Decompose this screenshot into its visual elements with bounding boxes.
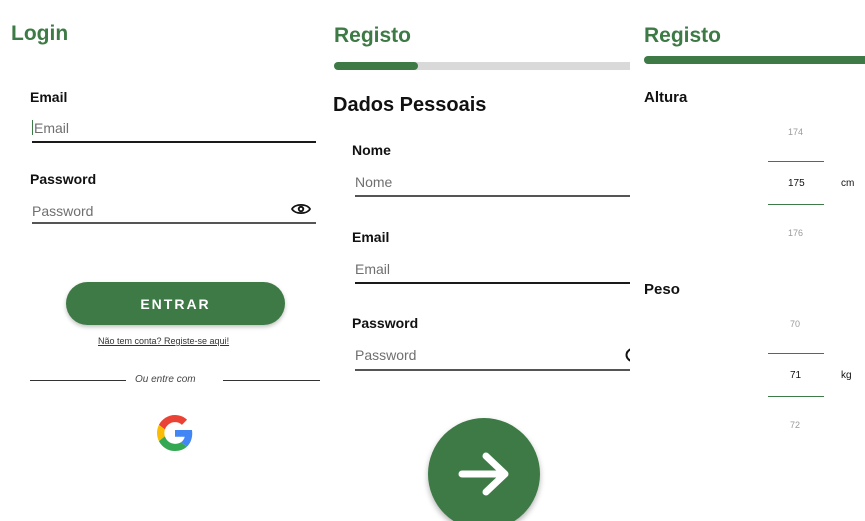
next-button[interactable] — [428, 418, 540, 521]
height-picker[interactable]: 174 175 176 — [768, 118, 828, 258]
height-unit: cm — [841, 178, 855, 189]
email-placeholder: Email — [355, 261, 391, 277]
section-title: Dados Pessoais — [333, 94, 487, 116]
weight-next-value: 72 — [790, 420, 801, 430]
register-body-screen: Registo Altura 174 175 176 cm Peso 70 71… — [630, 0, 865, 521]
weight-label: Peso — [644, 281, 680, 298]
google-icon[interactable] — [157, 415, 193, 451]
height-label: Altura — [644, 89, 688, 106]
name-placeholder: Nome — [355, 174, 393, 190]
register-link[interactable]: Não tem conta? Registe-se aqui! — [98, 336, 229, 346]
password-field[interactable]: Password — [32, 195, 316, 229]
picker-line-bottom — [768, 204, 824, 205]
text-cursor — [32, 120, 33, 135]
email-label: Email — [352, 229, 390, 245]
progress-fill — [644, 56, 865, 64]
weight-selected-value: 71 — [790, 370, 802, 381]
password-label: Password — [352, 315, 419, 331]
picker-line-top — [768, 353, 824, 354]
email-field[interactable]: Email — [355, 253, 630, 287]
name-field[interactable]: Nome — [355, 166, 630, 200]
picker-line-bottom — [768, 396, 824, 397]
height-selected-value: 175 — [788, 178, 805, 189]
page-title: Login — [11, 22, 69, 45]
email-placeholder: Email — [34, 120, 70, 136]
login-screen: Login Email Email Password Password ENTR… — [0, 0, 322, 521]
page-title: Registo — [644, 24, 722, 47]
progress-bar — [644, 56, 865, 64]
password-placeholder: Password — [355, 347, 417, 363]
email-underline — [32, 141, 316, 143]
weight-unit: kg — [841, 370, 852, 381]
weight-picker[interactable]: 70 71 72 — [768, 310, 828, 450]
password-field[interactable]: Password — [355, 339, 630, 373]
email-field[interactable]: Email — [32, 112, 316, 146]
weight-prev-value: 70 — [790, 319, 801, 329]
password-placeholder: Password — [32, 203, 94, 219]
name-underline — [355, 195, 630, 197]
progress-fill — [334, 62, 418, 70]
arrow-right-icon — [458, 452, 509, 496]
divider-text: Ou entre com — [135, 374, 196, 385]
name-label: Nome — [352, 142, 391, 158]
password-label: Password — [30, 171, 97, 187]
password-underline — [355, 369, 630, 371]
divider-right — [223, 380, 320, 381]
height-prev-value: 174 — [788, 127, 804, 137]
divider-left — [30, 380, 126, 381]
height-next-value: 176 — [788, 228, 804, 238]
page-title: Registo — [334, 24, 412, 47]
progress-bar — [334, 62, 630, 70]
password-underline — [32, 222, 316, 224]
email-underline — [355, 282, 630, 284]
login-button[interactable]: ENTRAR — [66, 282, 285, 325]
eye-icon[interactable] — [291, 202, 311, 216]
register-personal-screen: Registo Dados Pessoais Nome Nome Email E… — [322, 0, 630, 521]
picker-line-top — [768, 161, 824, 162]
email-label: Email — [30, 89, 68, 105]
eye-icon[interactable] — [623, 348, 630, 362]
